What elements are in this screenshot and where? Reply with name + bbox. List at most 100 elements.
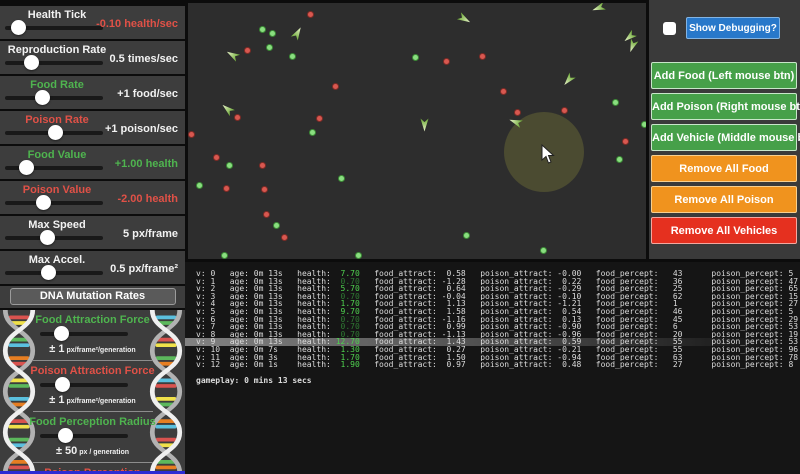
- food-rate-label: Food Rate: [0, 79, 114, 91]
- vehicle-stats-row: v: 1 age: 0m 13s health: 0.70 food_attra…: [185, 278, 800, 286]
- vehicle-stats-row: v: 11 age: 0m 3s health: 1.70 food_attra…: [185, 354, 800, 362]
- food-rate-slider-section: Food Rate +1 food/sec: [0, 76, 185, 109]
- reproduction-rate-slider[interactable]: [5, 61, 103, 65]
- reproduction-rate-slider-section: Reproduction Rate 0.5 times/sec: [0, 41, 185, 74]
- vehicle-stats-row: v: 9 age: 0m 13s health: 12.70 food_attr…: [185, 338, 800, 346]
- vehicle-triangle: [622, 30, 637, 44]
- food-dot: [267, 45, 272, 50]
- vehicle-stats-row: v: 2 age: 0m 13s health: 5.70 food_attra…: [185, 285, 800, 293]
- health-tick-slider-section: Health Tick -0.10 health/sec: [0, 6, 185, 39]
- poison-attraction-force-slider[interactable]: [40, 383, 128, 387]
- vehicle-triangle: [457, 12, 472, 25]
- poison-rate-slider[interactable]: [5, 131, 103, 135]
- poison-attraction-force-label: Poison Attraction Force: [0, 361, 185, 377]
- poison-dot: [264, 212, 269, 217]
- slider-thumb[interactable]: [11, 20, 26, 35]
- reproduction-rate-value: 0.5 times/sec: [110, 53, 179, 65]
- dna-mutation-rates-title: DNA Mutation Rates: [10, 288, 176, 305]
- food-dot: [464, 233, 469, 238]
- health-tick-value: -0.10 health/sec: [96, 18, 178, 30]
- food-dot: [339, 176, 344, 181]
- reproduction-rate-label: Reproduction Rate: [0, 44, 114, 56]
- food-value-slider[interactable]: [5, 166, 103, 170]
- add-vehicle-button[interactable]: Add Vehicle (Middle mouse btn): [651, 124, 797, 151]
- remove-all-poison-button[interactable]: Remove All Poison: [651, 186, 797, 213]
- add-poison-button[interactable]: Add Poison (Right mouse btn): [651, 93, 797, 120]
- food-perception-radius-slider[interactable]: [40, 434, 128, 438]
- max-speed-slider-section: Max Speed 5 px/frame: [0, 216, 185, 249]
- vehicle-triangle: [421, 119, 429, 132]
- food-dot: [290, 54, 295, 59]
- slider-thumb[interactable]: [19, 160, 34, 175]
- remove-all-vehicles-button[interactable]: Remove All Vehicles: [651, 217, 797, 244]
- poison-rate-slider-section: Poison Rate +1 poison/sec: [0, 111, 185, 144]
- poison-dot: [282, 235, 287, 240]
- food-rate-slider[interactable]: [5, 96, 103, 100]
- poison-attraction-force-group: Poison Attraction Force ± 1 px/frame²/ge…: [0, 361, 185, 412]
- poison-dot: [317, 116, 322, 121]
- show-debugging-button[interactable]: Show Debugging?: [686, 17, 780, 39]
- vehicle-triangle: [220, 102, 235, 116]
- poison-dot: [480, 54, 485, 59]
- poison-dot: [623, 139, 628, 144]
- food-dot: [222, 253, 227, 258]
- slider-thumb[interactable]: [41, 265, 56, 280]
- simulation-canvas[interactable]: [188, 3, 646, 259]
- vehicle-stats-row: v: 6 age: 0m 13s health: 0.70 food_attra…: [185, 316, 800, 324]
- max-speed-value: 5 px/frame: [123, 228, 178, 240]
- food-perception-radius-label: Food Perception Radius: [0, 412, 185, 428]
- actions-panel: Show Debugging? Add Food (Left mouse btn…: [649, 0, 800, 259]
- dna-mutation-rates-header: DNA Mutation Rates: [0, 286, 185, 308]
- poison-dot: [562, 108, 567, 113]
- slider-thumb[interactable]: [58, 428, 73, 443]
- food-perception-radius-group: Food Perception Radius ± 50 px / generat…: [0, 412, 185, 463]
- poison-value-value: -2.00 health: [117, 193, 178, 205]
- slider-thumb[interactable]: [24, 55, 39, 70]
- poison-value-slider-section: Poison Value -2.00 health: [0, 181, 185, 214]
- food-dot: [413, 55, 418, 60]
- add-food-button[interactable]: Add Food (Left mouse btn): [651, 62, 797, 89]
- poison-dot: [235, 115, 240, 120]
- poison-dot: [333, 84, 338, 89]
- debug-checkbox[interactable]: [663, 22, 676, 35]
- vehicle-stats-row: v: 4 age: 0m 13s health: 1.70 food_attra…: [185, 300, 800, 308]
- poison-value-slider[interactable]: [5, 201, 103, 205]
- poison-rate-value: +1 poison/sec: [105, 123, 178, 135]
- slider-thumb[interactable]: [48, 125, 63, 140]
- gameplay-timer: gameplay: 0 mins 13 secs: [185, 376, 800, 385]
- slider-thumb[interactable]: [40, 230, 55, 245]
- slider-thumb[interactable]: [35, 90, 50, 105]
- slider-thumb[interactable]: [54, 326, 69, 341]
- slider-thumb[interactable]: [36, 195, 51, 210]
- poison-value-label: Poison Value: [0, 184, 114, 196]
- poison-dot: [515, 110, 520, 115]
- vehicle-triangle: [225, 48, 240, 61]
- vehicle-stats-row: v: 5 age: 0m 13s health: 9.70 food_attra…: [185, 308, 800, 316]
- food-dot: [260, 27, 265, 32]
- poison-dot: [501, 89, 506, 94]
- poison-dot: [262, 187, 267, 192]
- max-accel-slider[interactable]: [5, 271, 103, 275]
- poison-dot: [189, 132, 194, 137]
- food-attraction-force-slider[interactable]: [40, 332, 128, 336]
- poison-dot: [224, 186, 229, 191]
- vehicle-triangle: [561, 72, 575, 87]
- max-speed-slider[interactable]: [5, 236, 103, 240]
- poison-dot: [308, 12, 313, 17]
- food-value-slider-section: Food Value +1.00 health: [0, 146, 185, 179]
- vehicle-stats-row: v: 10 age: 0m 7s health: 1.30 food_attra…: [185, 346, 800, 354]
- vehicle-stats-row: v: 3 age: 0m 13s health: 0.70 food_attra…: [185, 293, 800, 301]
- max-accel-slider-section: Max Accel. 0.5 px/frame²: [0, 251, 185, 284]
- slider-thumb[interactable]: [55, 377, 70, 392]
- food-attraction-force-label: Food Attraction Force: [0, 310, 185, 326]
- dna-mutation-area: Food Attraction Force ± 1 px/frame²/gene…: [0, 310, 185, 473]
- remove-all-food-button[interactable]: Remove All Food: [651, 155, 797, 182]
- settings-sidebar: Health Tick -0.10 health/sec Reproductio…: [0, 0, 185, 474]
- health-tick-slider[interactable]: [5, 26, 103, 30]
- food-dot: [310, 130, 315, 135]
- vehicle-stats-row: v: 7 age: 0m 13s health: 0.70 food_attra…: [185, 323, 800, 331]
- poison-dot: [245, 48, 250, 53]
- max-accel-value: 0.5 px/frame²: [110, 263, 178, 275]
- vehicle-triangle: [591, 3, 606, 14]
- food-dot: [541, 248, 546, 253]
